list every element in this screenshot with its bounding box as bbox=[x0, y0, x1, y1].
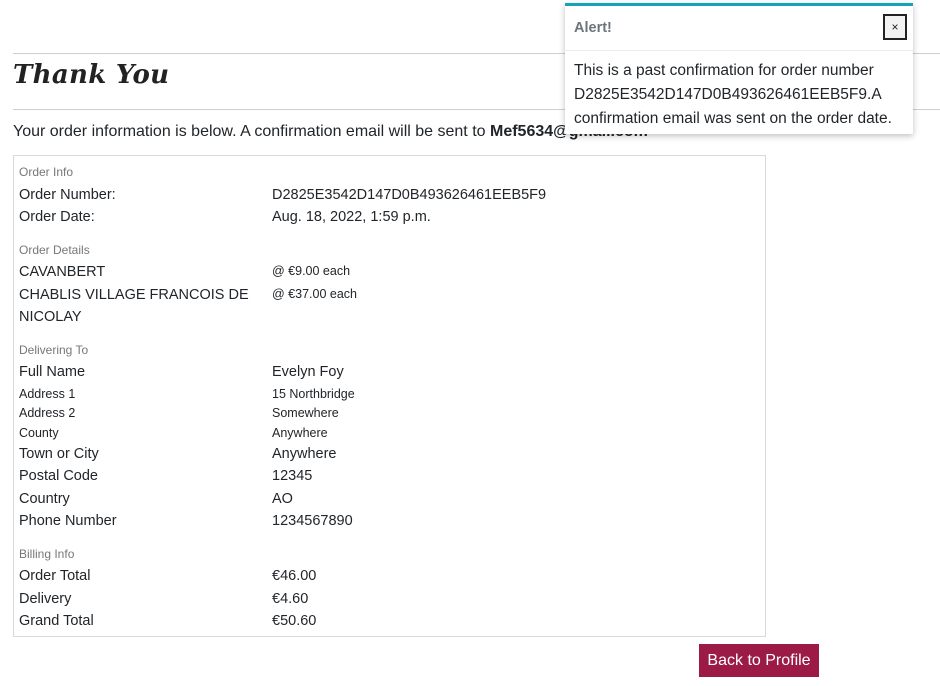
address2-value: Somewhere bbox=[272, 406, 339, 420]
order-item-price: @ €37.00 each bbox=[272, 287, 357, 301]
order-item-name: CAVANBERT bbox=[19, 264, 106, 280]
order-info-box: Order Info Order Number: D2825E3542D147D… bbox=[13, 155, 766, 637]
section-heading-billing-info: Billing Info bbox=[19, 547, 75, 561]
intro-text: Your order information is below. A confi… bbox=[13, 123, 648, 141]
grand-total-label: Grand Total bbox=[19, 613, 94, 629]
order-total-label: Order Total bbox=[19, 568, 91, 584]
alert-toast: Alert! × This is a past confirmation for… bbox=[565, 3, 913, 134]
address1-label: Address 1 bbox=[19, 387, 76, 401]
section-heading-delivering-to: Delivering To bbox=[19, 343, 89, 357]
order-item-name: CHABLIS VILLAGE FRANCOIS DE NICOLAY bbox=[19, 287, 249, 325]
close-icon[interactable]: × bbox=[883, 14, 907, 40]
toast-title: Alert! bbox=[574, 20, 612, 36]
order-confirmation-page: Thank You Your order information is belo… bbox=[0, 0, 940, 686]
full-name-value: Evelyn Foy bbox=[272, 364, 344, 380]
delivery-label: Delivery bbox=[19, 591, 72, 607]
phone-value: 1234567890 bbox=[272, 513, 353, 529]
delivery-value: €4.60 bbox=[272, 591, 309, 607]
order-number-label: Order Number: bbox=[19, 187, 116, 203]
order-date-label: Order Date: bbox=[19, 209, 95, 225]
phone-label: Phone Number bbox=[19, 513, 117, 529]
order-total-value: €46.00 bbox=[272, 568, 317, 584]
intro-message: Your order information is below. A confi… bbox=[13, 123, 490, 140]
grand-total-value: €50.60 bbox=[272, 613, 317, 629]
order-date-value: Aug. 18, 2022, 1:59 p.m. bbox=[272, 209, 431, 225]
page-title: Thank You bbox=[13, 60, 170, 90]
postal-code-value: 12345 bbox=[272, 468, 313, 484]
address1-value: 15 Northbridge bbox=[272, 387, 355, 401]
postal-code-label: Postal Code bbox=[19, 468, 98, 484]
order-number-value: D2825E3542D147D0B493626461EEB5F9 bbox=[272, 187, 547, 203]
toast-header: Alert! × bbox=[565, 6, 913, 51]
order-item-price: @ €9.00 each bbox=[272, 264, 351, 278]
county-label: County bbox=[19, 426, 59, 440]
section-heading-order-info: Order Info bbox=[19, 165, 74, 179]
address2-label: Address 2 bbox=[19, 406, 76, 420]
toast-message: This is a past confirmation for order nu… bbox=[574, 62, 892, 127]
town-label: Town or City bbox=[19, 446, 99, 462]
full-name-label: Full Name bbox=[19, 364, 86, 380]
country-label: Country bbox=[19, 491, 70, 507]
section-heading-order-details: Order Details bbox=[19, 243, 90, 257]
country-value: AO bbox=[272, 491, 293, 507]
town-value: Anywhere bbox=[272, 446, 337, 462]
county-value: Anywhere bbox=[272, 426, 328, 440]
back-to-profile-button[interactable]: Back to Profile bbox=[699, 644, 819, 677]
